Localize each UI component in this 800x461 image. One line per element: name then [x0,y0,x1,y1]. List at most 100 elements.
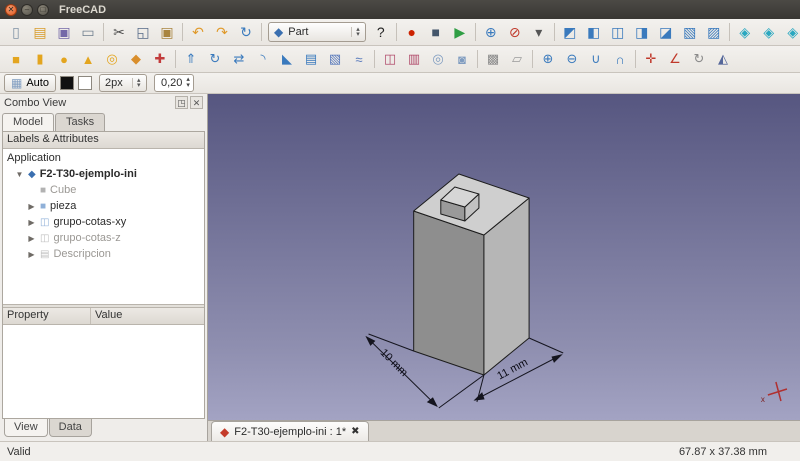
expander-icon[interactable]: ▶ [27,234,36,243]
toolbar-standard: ▯▤▣▭ ✂◱▣ ↶↷↻ ◆ Part ▴▾ ? ●■▶ ⊕⊘▾ ◩◧◫◨◪▧▨… [0,19,800,46]
tree-item-application[interactable]: Application [3,150,204,166]
view-axonometric-icon[interactable]: ◩ [558,21,582,43]
scale-spinbox[interactable]: 0,20 ▴▾ [154,74,194,92]
texture-view-icon[interactable]: ◈ [781,21,800,43]
combo-view-panel: Combo View ◳ ✕ Model Tasks Labels & Attr… [0,94,208,441]
tab-tasks[interactable]: Tasks [55,113,105,131]
boolean-union-icon[interactable]: ∪ [584,48,608,70]
face-color-swatch[interactable] [78,76,92,90]
view-right-icon[interactable]: ◨ [630,21,654,43]
close-window-button[interactable]: ✕ [5,4,17,16]
view-top-icon[interactable]: ◫ [606,21,630,43]
redo-icon[interactable]: ↷ [210,21,234,43]
part-cylinder-icon[interactable]: ▮ [28,48,52,70]
open-folder-icon[interactable]: ▤ [28,21,52,43]
part-box-icon[interactable]: ■ [4,48,28,70]
titlebar[interactable]: ✕ – □ FreeCAD [0,0,800,19]
3d-viewport[interactable]: 10 mm 11 mm x [208,94,800,420]
clipping-plane-icon[interactable]: ◈ [733,21,757,43]
measure-linear-icon[interactable]: ✛ [639,48,663,70]
zoom-fit-icon[interactable]: ⊕ [479,21,503,43]
measure-angular-icon[interactable]: ∠ [663,48,687,70]
combo-view-header[interactable]: Combo View ◳ ✕ [0,94,207,111]
boolean-intersection-icon[interactable]: ∩ [608,48,632,70]
view-rear-icon[interactable]: ◪ [654,21,678,43]
document-tab[interactable]: ◆ F2-T30-ejemplo-ini : 1* ✖ [211,421,369,441]
maximize-window-button[interactable]: □ [37,4,49,16]
print-icon[interactable]: ▭ [76,21,100,43]
part-sphere-icon[interactable]: ● [52,48,76,70]
chamfer-icon[interactable]: ◣ [275,48,299,70]
close-panel-icon[interactable]: ✕ [190,96,203,109]
measure-refresh-icon[interactable]: ↻ [687,48,711,70]
macro-execute-icon[interactable]: ▶ [448,21,472,43]
part-torus-icon[interactable]: ◎ [100,48,124,70]
tab-view[interactable]: View [4,419,48,437]
loft-icon[interactable]: ▧ [323,48,347,70]
line-width-arrow-icon[interactable]: ▴▾ [132,78,141,88]
sweep-icon[interactable]: ≈ [347,48,371,70]
box-left-face[interactable] [414,211,484,375]
workbench-selector[interactable]: ◆ Part ▴▾ [268,22,366,42]
zoom-disabled-icon[interactable]: ⊘ [503,21,527,43]
save-icon[interactable]: ▣ [52,21,76,43]
section-icon[interactable]: ◫ [378,48,402,70]
view-front-icon[interactable]: ◧ [582,21,606,43]
spinbox-arrows-icon[interactable]: ▴▾ [186,77,190,89]
float-panel-icon[interactable]: ◳ [175,96,188,109]
expander-icon[interactable]: ▶ [27,202,36,211]
3d-box-model[interactable] [414,174,529,375]
toolbar-separator [175,50,176,68]
property-table-body[interactable] [3,325,204,418]
main-area: Combo View ◳ ✕ Model Tasks Labels & Attr… [0,94,800,441]
cross-sections-icon[interactable]: ▥ [402,48,426,70]
cut-icon[interactable]: ✂ [107,21,131,43]
macro-stop-icon[interactable]: ■ [424,21,448,43]
macro-record-icon[interactable]: ● [400,21,424,43]
part-primitives-icon[interactable]: ◆ [124,48,148,70]
fillet-icon[interactable]: ◝ [251,48,275,70]
zoom-options-arrow-icon[interactable]: ▾ [527,21,551,43]
offset-3d-icon[interactable]: ◎ [426,48,450,70]
boolean-operation-icon[interactable]: ⊕ [536,48,560,70]
extension-line [439,375,484,408]
extrude-icon[interactable]: ⇑ [179,48,203,70]
tree-item-grupo-cotas-z[interactable]: ▶ ◫ grupo-cotas-z [3,230,204,246]
tab-model[interactable]: Model [2,113,54,131]
shape-builder-icon[interactable]: ✚ [148,48,172,70]
tree-item-descripcion[interactable]: ▶ ▤ Descripcion [3,246,204,262]
tree-item-pieza[interactable]: ▶ ■ pieza [3,198,204,214]
minimize-window-button[interactable]: – [21,4,33,16]
close-document-icon[interactable]: ✖ [351,426,359,437]
tree-item-cube[interactable]: ■ Cube [3,182,204,198]
view-left-icon[interactable]: ▨ [702,21,726,43]
measure-toggle-icon[interactable]: ◭ [711,48,735,70]
expander-icon[interactable]: ▶ [27,250,36,259]
revolve-icon[interactable]: ↻ [203,48,227,70]
tree-item-document[interactable]: ▼ ◆ F2-T30-ejemplo-ini [3,166,204,182]
paste-icon[interactable]: ▣ [155,21,179,43]
copy-icon[interactable]: ◱ [131,21,155,43]
boolean-cut-icon[interactable]: ⊖ [560,48,584,70]
expander-icon[interactable]: ▶ [27,218,36,227]
refresh-icon[interactable]: ↻ [234,21,258,43]
whats-this-icon[interactable]: ? [369,21,393,43]
tab-data[interactable]: Data [49,419,92,437]
line-color-swatch[interactable] [60,76,74,90]
expander-icon[interactable]: ▼ [15,170,24,179]
draw-style-icon[interactable]: ◈ [757,21,781,43]
undo-icon[interactable]: ↶ [186,21,210,43]
combo-arrows-icon[interactable]: ▴▾ [351,27,360,37]
thickness-icon[interactable]: ◙ [450,48,474,70]
explode-compound-icon[interactable]: ▱ [505,48,529,70]
new-document-icon[interactable]: ▯ [4,21,28,43]
make-compound-icon[interactable]: ▩ [481,48,505,70]
status-bar: Valid 67.87 x 37.38 mm [0,441,800,461]
tree-item-grupo-cotas-xy[interactable]: ▶ ◫ grupo-cotas-xy [3,214,204,230]
ruled-surface-icon[interactable]: ▤ [299,48,323,70]
view-bottom-icon[interactable]: ▧ [678,21,702,43]
part-cone-icon[interactable]: ▲ [76,48,100,70]
auto-working-plane-button[interactable]: ▦ Auto [4,74,56,92]
mirror-icon[interactable]: ⇄ [227,48,251,70]
line-width-selector[interactable]: 2px ▴▾ [99,74,147,92]
